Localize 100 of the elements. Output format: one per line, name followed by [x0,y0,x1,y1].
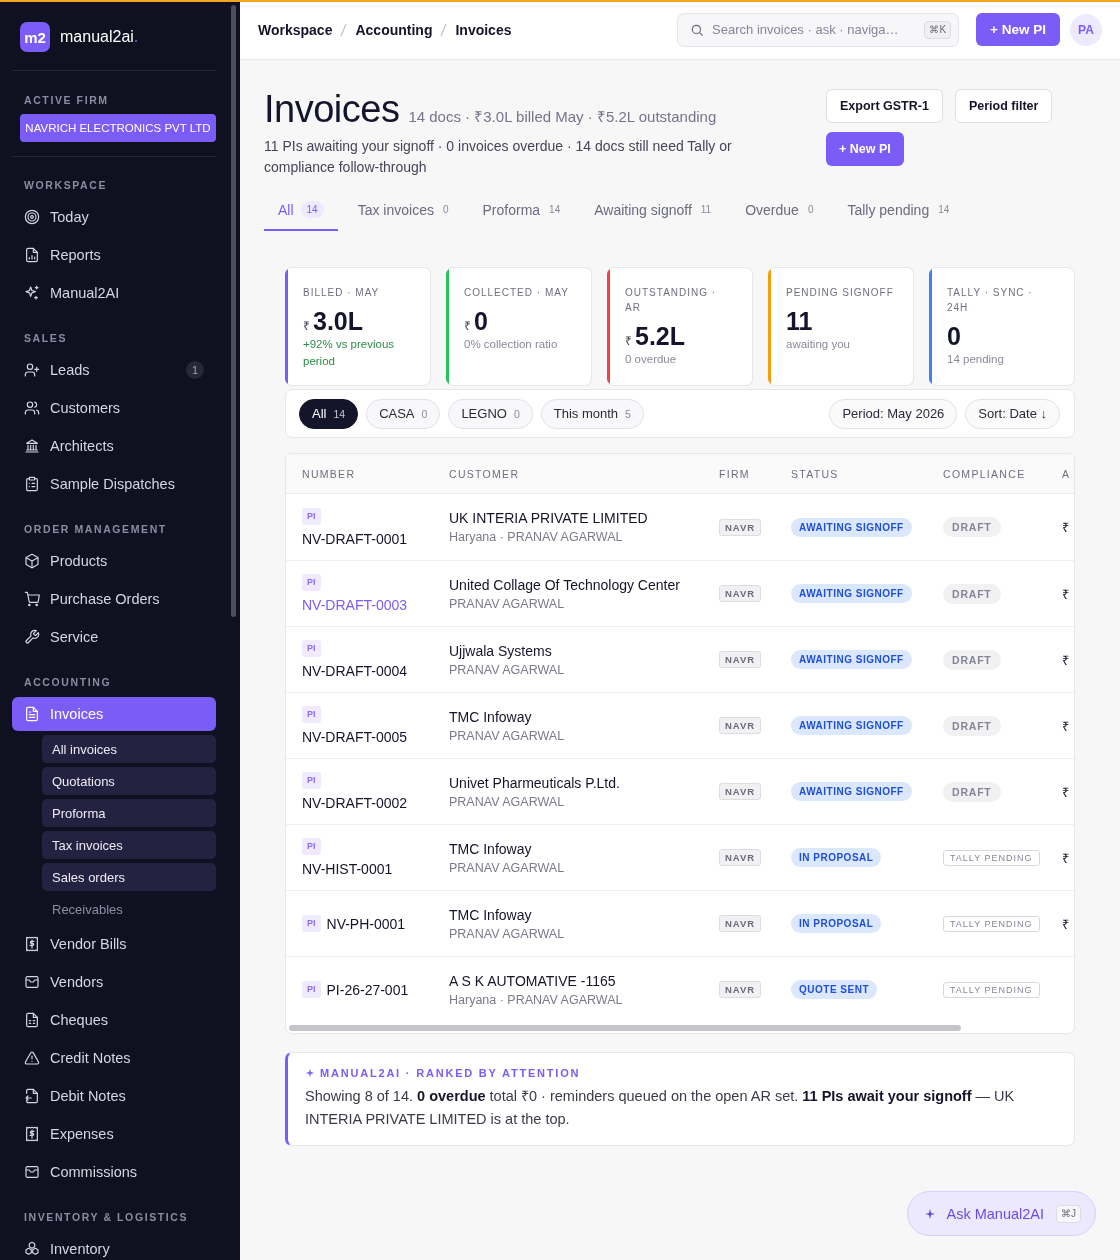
sidebar-subitem[interactable]: Sales orders [42,863,216,891]
status-badge: AWAITING SIGNOFF [791,782,912,801]
table-cell-text: ₹ [1062,783,1069,801]
status-badge: QUOTE SENT [791,980,877,999]
column-header: CUSTOMER [449,467,520,480]
kpi-value: 11 [786,306,813,336]
search-field[interactable]: Search invoices · ask · naviga… ⌘K [677,12,960,47]
kpi-label: OUTSTANDING · AR [625,286,718,315]
customer-name: TMC Infoway [449,905,532,925]
dollar-receipt-icon [24,1126,40,1142]
sidebar-item[interactable]: Customers [12,391,216,425]
customer-name: Ujjwala Systems [449,641,552,661]
sidebar-item[interactable]: Products [12,544,216,578]
warning-icon [24,1050,40,1066]
sidebar-item[interactable]: Reports [12,238,216,272]
invoice-number-link[interactable]: PI-26-27-001 [326,981,409,998]
breadcrumb-link[interactable]: Accounting [355,21,433,38]
filter-chip[interactable]: This month 5 [540,398,644,429]
firm-badge: NAVR [719,585,762,602]
table-cell-text: ₹ [1062,651,1069,669]
action-button[interactable]: + New PI [826,132,904,166]
sidebar-subitem[interactable]: Tax invoices [42,831,216,859]
tab[interactable]: Proforma 14 [468,190,575,231]
sidebar-item[interactable]: Expenses [12,1117,216,1151]
sidebar-item[interactable]: Commissions [12,1155,216,1189]
type-badge: PI [302,507,321,525]
sidebar-subitem[interactable]: All invoices [42,735,216,763]
invoice-number-link[interactable]: NV-DRAFT-0001 [302,530,408,547]
invoice-number-link[interactable]: NV-DRAFT-0003 [302,597,408,613]
section-label: ACCOUNTING [23,675,113,689]
sidebar-item[interactable]: Vendor Bills [12,927,216,961]
boxes-icon [24,1241,40,1257]
sidebar-item[interactable]: Debit Notes [12,1079,216,1113]
column-header: A [1062,467,1071,480]
invoice-number-link[interactable]: NV-HIST-0001 [302,861,393,877]
type-badge: PI [302,915,321,932]
kpi-note: 0 overdue [625,352,678,367]
action-button[interactable]: Period filter [954,89,1053,123]
sidebar-item[interactable]: Sample Dispatches [12,467,216,501]
dollar-receipt-icon [24,936,40,952]
invoice-number-link[interactable]: NV-PH-0001 [326,915,406,932]
bank-icon [24,438,40,454]
sidebar-item[interactable]: Leads 1 [12,353,216,387]
firm-badge: NAVR [719,915,762,932]
sidebar-subitem[interactable]: Proforma [42,799,216,827]
status-badge: AWAITING SIGNOFF [791,716,912,735]
customer-detail: PRANAV AGARWAL [449,595,565,613]
shortcut-badge: ⌘J [1056,1204,1081,1223]
new-pi-button[interactable]: + New PI [976,13,1060,46]
search-input[interactable]: Search invoices · ask · naviga… [712,22,917,37]
breadcrumb-link[interactable]: Invoices [455,21,512,38]
avatar[interactable]: PA [1070,13,1102,46]
ai-summary-text: Showing 8 of 14. 0 overdue total ₹0 · reminders queued on the open AR set. 11 PIs await your signoff — UK INTERIA PRIVATE LIMITED is at the top. [305,1087,1016,1129]
scrollbar-thumb[interactable] [231,5,236,617]
sidebar-item[interactable]: Credit Notes [12,1041,216,1075]
tab[interactable]: Tax invoices 0 [343,190,463,231]
page-summary: 14 docs · ₹3.0L billed May · ₹5.2L outstanding [408,107,717,126]
filter-chip[interactable]: CASA 0 [366,398,441,429]
filter-chip[interactable]: All 14 [299,398,359,429]
sidebar-item[interactable]: Cheques [12,1003,216,1037]
currency-symbol: ₹ [303,318,310,334]
logo-wordmark: manual2ai. [60,28,139,46]
sidebar-item[interactable]: Today [12,200,216,234]
tab[interactable]: All 14 [264,190,338,231]
section-label: ACTIVE FIRM [23,93,110,107]
sidebar-item[interactable]: Purchase Orders [12,582,216,616]
type-badge: PI [302,981,321,998]
kpi-label: BILLED · MAY [303,286,381,300]
customer-detail: PRANAV AGARWAL [449,661,565,679]
table-cell-text: ₹ [1062,849,1069,867]
invoice-number-link[interactable]: NV-DRAFT-0004 [302,663,408,679]
invoice-number-link[interactable]: NV-DRAFT-0002 [302,795,408,811]
tab-count: 0 [807,204,814,215]
customer-detail: PRANAV AGARWAL [449,727,565,745]
sidebar-item[interactable]: Vendors [12,965,216,999]
tab-count: 11 [700,204,712,215]
ask-assistant-button[interactable]: Ask Manual2AI ⌘J [907,1191,1096,1236]
customer-name: Univet Pharmeuticals P.Ltd. [449,773,620,793]
sidebar-subitem[interactable]: Quotations [42,767,216,795]
breadcrumb-link[interactable]: Workspace [258,21,333,38]
firm-badge: NAVR [719,518,762,536]
sidebar-item[interactable]: Architects [12,429,216,463]
period-filter-button[interactable]: Period: May 2026 [829,398,958,429]
sidebar-item[interactable]: Invoices [12,697,216,731]
invoice-number-link[interactable]: NV-DRAFT-0005 [302,729,408,745]
tab[interactable]: Overdue 0 [731,190,828,231]
user-plus-icon [24,362,40,378]
table-cell-text: ₹ [1062,717,1069,735]
sidebar-item[interactable]: Inventory [12,1232,216,1260]
tab[interactable]: Tally pending 14 [833,190,964,231]
horizontal-scrollbar[interactable] [289,1025,961,1031]
sort-button[interactable]: Sort: Date ↓ [965,398,1060,429]
action-button[interactable]: Export GSTR-1 [826,89,943,123]
sidebar-item[interactable]: Service [12,620,216,654]
tab[interactable]: Awaiting signoff 11 [580,190,726,231]
document-icon [24,706,40,722]
filter-chip[interactable]: LEGNO 0 [448,398,533,429]
sidebar-item[interactable]: Manual2AI [12,276,216,310]
chart-document-icon [24,247,40,263]
firm-selector-button[interactable]: NAVRICH ELECTRONICS PVT LTD [20,114,216,142]
